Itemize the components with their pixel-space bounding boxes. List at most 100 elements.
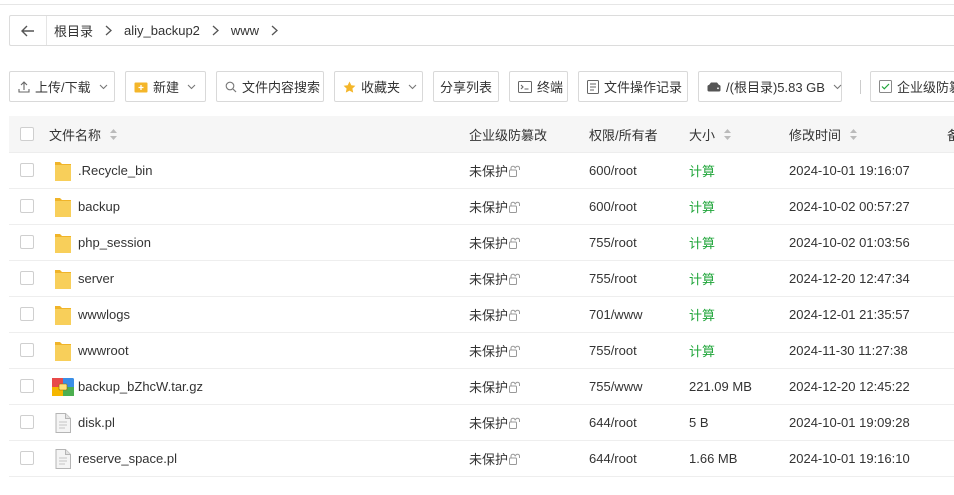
file-name[interactable]: server <box>78 271 114 286</box>
table-row[interactable]: wwwroot 未保护 755/root 计算 2024-11-30 11:27:38 <box>9 333 954 369</box>
size-cell[interactable]: 计算 <box>689 189 715 224</box>
share-list-button[interactable]: 分享列表 <box>433 71 499 102</box>
chevron-right-icon[interactable] <box>271 25 279 36</box>
unlock-icon[interactable] <box>509 201 521 213</box>
table-row[interactable]: backup_bZhcW.tar.gz 未保护 755/www 221.09 MB 20… <box>9 369 954 405</box>
breadcrumb-item[interactable]: aliy_backup2 <box>124 23 200 38</box>
file-name[interactable]: backup <box>78 199 120 214</box>
row-checkbox[interactable] <box>20 163 34 177</box>
breadcrumb-item[interactable]: www <box>231 23 259 38</box>
row-checkbox[interactable] <box>20 307 34 321</box>
row-checkbox[interactable] <box>20 451 34 465</box>
content-search-button[interactable]: 文件内容搜索 <box>216 71 324 102</box>
file-name-cell[interactable]: server <box>51 261 114 296</box>
content-search-label: 文件内容搜索 <box>242 80 321 95</box>
table-row[interactable]: php_session 未保护 755/root 计算 2024-10-02 01:03… <box>9 225 954 261</box>
file-name-cell[interactable]: disk.pl <box>51 405 115 440</box>
row-checkbox[interactable] <box>20 235 34 249</box>
upload-download-button[interactable]: 上传/下载 <box>9 71 115 102</box>
protect-cell[interactable]: 未保护 <box>469 189 521 224</box>
unlock-icon[interactable] <box>509 381 521 393</box>
row-checkbox[interactable] <box>20 199 34 213</box>
size-cell[interactable]: 计算 <box>689 153 715 188</box>
file-name[interactable]: .Recycle_bin <box>78 163 152 178</box>
folder-icon <box>51 232 75 254</box>
table-row[interactable]: server 未保护 755/root 计算 2024-12-20 12:47:34 <box>9 261 954 297</box>
unlock-icon[interactable] <box>509 165 521 177</box>
protect-cell[interactable]: 未保护 <box>469 405 521 440</box>
terminal-button[interactable]: 终端 <box>509 71 568 102</box>
unlock-icon[interactable] <box>509 273 521 285</box>
folder-icon <box>51 304 75 326</box>
file-name[interactable]: disk.pl <box>78 415 115 430</box>
favorites-button[interactable]: 收藏夹 <box>334 71 423 102</box>
path-bar[interactable]: 根目录 aliy_backup2 www <box>9 15 954 46</box>
file-name-cell[interactable]: wwwroot <box>51 333 129 368</box>
permission-cell[interactable]: 755/root <box>589 261 637 296</box>
table-row[interactable]: backup 未保护 600/root 计算 2024-10-02 00:57:27 <box>9 189 954 225</box>
protect-status: 未保护 <box>469 200 509 215</box>
file-name-cell[interactable]: backup_bZhcW.tar.gz <box>51 369 203 404</box>
size-cell[interactable]: 计算 <box>689 261 715 296</box>
file-name[interactable]: backup_bZhcW.tar.gz <box>78 379 203 394</box>
folder-icon <box>51 196 75 218</box>
table-row[interactable]: disk.pl 未保护 644/root 5 B 2024-10-01 19:09:28 <box>9 405 954 441</box>
protect-status: 未保护 <box>469 452 509 467</box>
unlock-icon[interactable] <box>509 417 521 429</box>
shield-icon <box>879 80 892 93</box>
protect-cell[interactable]: 未保护 <box>469 333 521 368</box>
protect-status: 未保护 <box>469 416 509 431</box>
file-name[interactable]: wwwlogs <box>78 307 130 322</box>
permission-cell[interactable]: 701/www <box>589 297 642 332</box>
row-checkbox[interactable] <box>20 343 34 357</box>
new-button[interactable]: 新建 <box>125 71 206 102</box>
file-name[interactable]: wwwroot <box>78 343 129 358</box>
back-button[interactable] <box>10 16 47 45</box>
permission-cell[interactable]: 600/root <box>589 153 637 188</box>
permission-cell[interactable]: 600/root <box>589 189 637 224</box>
mtime-cell: 2024-10-01 19:16:07 <box>789 163 910 178</box>
table-row[interactable]: reserve_space.pl 未保护 644/root 1.66 MB 2024-1… <box>9 441 954 477</box>
protect-cell[interactable]: 未保护 <box>469 261 521 296</box>
row-checkbox[interactable] <box>20 415 34 429</box>
file-name-cell[interactable]: wwwlogs <box>51 297 130 332</box>
permission-cell[interactable]: 755/root <box>589 333 637 368</box>
file-name-cell[interactable]: .Recycle_bin <box>51 153 152 188</box>
protect-cell[interactable]: 未保护 <box>469 441 521 476</box>
operation-log-button[interactable]: 文件操作记录 <box>578 71 688 102</box>
protect-cell[interactable]: 未保护 <box>469 225 521 260</box>
header-name[interactable]: 文件名称 <box>49 116 118 152</box>
mtime-cell: 2024-10-01 19:16:10 <box>789 451 910 466</box>
file-name-cell[interactable]: reserve_space.pl <box>51 441 177 476</box>
unlock-icon[interactable] <box>509 453 521 465</box>
unlock-icon[interactable] <box>509 309 521 321</box>
header-size[interactable]: 大小 <box>689 116 732 152</box>
size-cell[interactable]: 计算 <box>689 297 715 332</box>
enterprise-tamper-button[interactable]: 企业级防篡 <box>870 71 954 102</box>
star-icon <box>343 81 356 93</box>
permission-cell[interactable]: 644/root <box>589 441 637 476</box>
row-checkbox[interactable] <box>20 379 34 393</box>
file-name-cell[interactable]: backup <box>51 189 120 224</box>
select-all-checkbox[interactable] <box>20 127 34 141</box>
top-divider <box>0 0 954 5</box>
row-checkbox[interactable] <box>20 271 34 285</box>
permission-cell[interactable]: 755/www <box>589 369 642 404</box>
unlock-icon[interactable] <box>509 345 521 357</box>
table-row[interactable]: wwwlogs 未保护 701/www 计算 2024-12-01 21:35:57 <box>9 297 954 333</box>
breadcrumb-item[interactable]: 根目录 <box>54 21 93 40</box>
protect-cell[interactable]: 未保护 <box>469 297 521 332</box>
unlock-icon[interactable] <box>509 237 521 249</box>
file-name-cell[interactable]: php_session <box>51 225 151 260</box>
disk-selector[interactable]: /(根目录)5.83 GB <box>698 71 842 102</box>
protect-cell[interactable]: 未保护 <box>469 153 521 188</box>
file-name[interactable]: reserve_space.pl <box>78 451 177 466</box>
size-cell[interactable]: 计算 <box>689 225 715 260</box>
file-name[interactable]: php_session <box>78 235 151 250</box>
permission-cell[interactable]: 755/root <box>589 225 637 260</box>
permission-cell[interactable]: 644/root <box>589 405 637 440</box>
table-row[interactable]: .Recycle_bin 未保护 600/root 计算 2024-10-01 19:1… <box>9 153 954 189</box>
protect-cell[interactable]: 未保护 <box>469 369 521 404</box>
size-cell[interactable]: 计算 <box>689 333 715 368</box>
header-mtime[interactable]: 修改时间 <box>789 116 858 152</box>
